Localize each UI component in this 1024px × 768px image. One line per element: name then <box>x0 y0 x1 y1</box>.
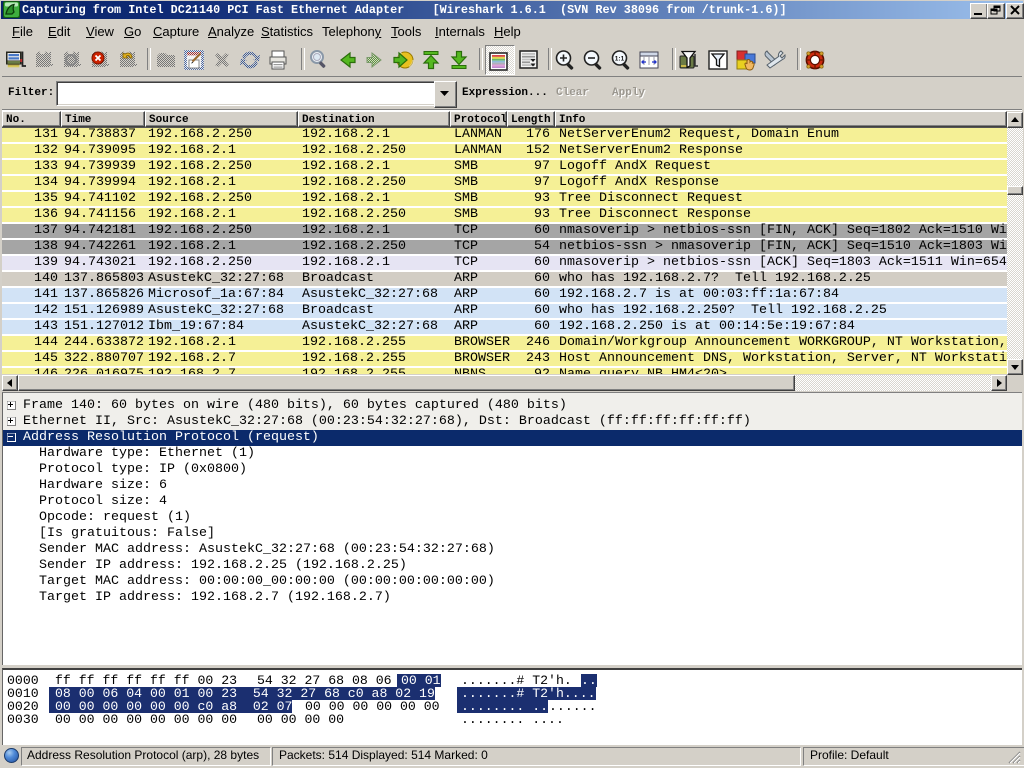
svg-text:1:1: 1:1 <box>615 56 625 63</box>
